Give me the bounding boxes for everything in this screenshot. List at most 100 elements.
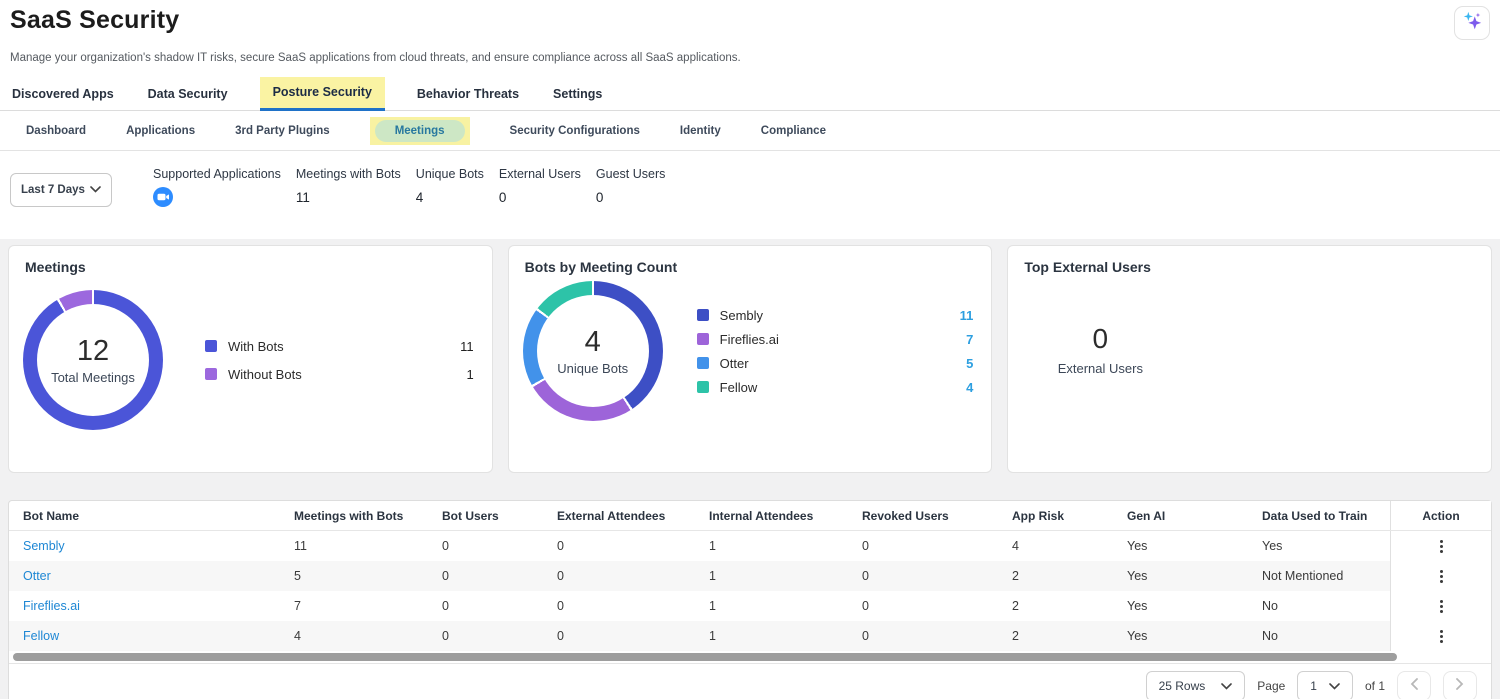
cell: 0 [442, 599, 557, 613]
cell: 0 [862, 629, 1012, 643]
cell: 5 [294, 569, 442, 583]
cell: Not Mentioned [1262, 569, 1390, 583]
legend-swatch [697, 381, 709, 393]
cell: 0 [862, 539, 1012, 553]
bots-donut-chart[interactable]: 4 Unique Bots [523, 281, 663, 421]
legend-value-link[interactable]: 11 [960, 308, 974, 323]
stat-guest-users: Guest Users 0 [596, 167, 665, 207]
stat-external-users: External Users 0 [499, 167, 581, 207]
ai-assistant-button[interactable] [1454, 6, 1490, 40]
stat-label: External Users [499, 167, 581, 181]
page-number-dropdown[interactable]: 1 [1297, 671, 1353, 699]
sparkles-icon [1461, 10, 1483, 37]
cell: 2 [1012, 629, 1127, 643]
stat-value: 4 [416, 190, 484, 205]
legend-swatch [697, 357, 709, 369]
cell: 0 [442, 539, 557, 553]
cell: Yes [1262, 539, 1390, 553]
unique-bots-value: 4 [585, 326, 601, 359]
stat-label: Supported Applications [153, 167, 281, 181]
scrollbar-thumb[interactable] [13, 653, 1397, 661]
cell: 0 [862, 569, 1012, 583]
kebab-menu-icon[interactable] [1436, 536, 1447, 557]
kebab-menu-icon[interactable] [1436, 626, 1447, 647]
bot-name-link[interactable]: Fellow [23, 629, 59, 643]
stat-meetings-with-bots: Meetings with Bots 11 [296, 167, 401, 207]
legend-swatch [205, 340, 217, 352]
legend-value-link[interactable]: 7 [966, 332, 973, 347]
external-users-label: External Users [1030, 361, 1170, 376]
date-range-dropdown[interactable]: Last 7 Days [10, 173, 112, 207]
legend-item: Fireflies.ai 7 [697, 332, 974, 347]
col-internal-attendees: Internal Attendees [709, 509, 862, 523]
tab-discovered-apps[interactable]: Discovered Apps [10, 79, 116, 110]
horizontal-scrollbar [9, 651, 1491, 663]
bot-name-link[interactable]: Fireflies.ai [23, 599, 80, 613]
legend-label: Sembly [720, 308, 763, 323]
chevron-left-icon [1410, 678, 1418, 693]
cell: 7 [294, 599, 442, 613]
tab-meetings[interactable]: Meetings [375, 120, 465, 142]
tab-behavior-threats[interactable]: Behavior Threats [415, 79, 521, 110]
tab-dashboard[interactable]: Dashboard [26, 125, 86, 137]
page-header: SaaS Security Manage your organization's… [0, 0, 1500, 64]
rows-per-page-dropdown[interactable]: 25 Rows [1146, 671, 1246, 699]
cell: 0 [442, 569, 557, 583]
legend-label: With Bots [228, 339, 284, 354]
tab-posture-security[interactable]: Posture Security [260, 77, 385, 111]
cell: No [1262, 599, 1390, 613]
bots-legend: Sembly 11 Fireflies.ai 7 Otter 5 [697, 308, 974, 395]
cell: 2 [1012, 599, 1127, 613]
summary-stats: Supported Applications Meetings with Bot… [153, 167, 665, 207]
cell: 0 [557, 539, 709, 553]
legend-value-link[interactable]: 4 [966, 380, 973, 395]
col-bot-name: Bot Name [9, 509, 294, 523]
page-subtitle: Manage your organization's shadow IT ris… [10, 52, 1488, 64]
legend-item: Sembly 11 [697, 308, 974, 323]
tab-applications[interactable]: Applications [126, 125, 195, 137]
legend-item: Otter 5 [697, 356, 974, 371]
legend-label: Fireflies.ai [720, 332, 779, 347]
tab-identity[interactable]: Identity [680, 125, 721, 137]
card-title: Bots by Meeting Count [509, 246, 992, 275]
tab-compliance[interactable]: Compliance [761, 125, 826, 137]
tab-settings[interactable]: Settings [551, 79, 604, 110]
card-title: Meetings [9, 246, 492, 275]
cell: Yes [1127, 539, 1262, 553]
zoom-video-icon[interactable] [153, 187, 173, 207]
kebab-menu-icon[interactable] [1436, 596, 1447, 617]
primary-tab-bar: Discovered Apps Data Security Posture Se… [0, 77, 1500, 111]
col-action: Action [1390, 501, 1491, 530]
stat-value: 11 [296, 190, 401, 205]
cell: 0 [557, 569, 709, 583]
external-users-stat: 0 External Users [1030, 323, 1170, 376]
col-bot-users: Bot Users [442, 509, 557, 523]
table-row: Fireflies.ai 7 0 0 1 0 2 Yes No [9, 591, 1491, 621]
current-page-value: 1 [1310, 679, 1317, 693]
content-area: Meetings 12 Total Meetings With Bots 11 [0, 239, 1500, 699]
cell: 2 [1012, 569, 1127, 583]
tab-data-security[interactable]: Data Security [146, 79, 230, 110]
next-page-button[interactable] [1443, 671, 1477, 699]
tab-3rd-party-plugins[interactable]: 3rd Party Plugins [235, 125, 330, 137]
col-data-used-to-train: Data Used to Train [1262, 509, 1390, 523]
legend-value-link[interactable]: 5 [966, 356, 973, 371]
cell: No [1262, 629, 1390, 643]
unique-bots-label: Unique Bots [557, 361, 628, 376]
legend-label: Without Bots [228, 367, 302, 382]
cell: 4 [294, 629, 442, 643]
table-row: Otter 5 0 0 1 0 2 Yes Not Mentioned [9, 561, 1491, 591]
cell: 0 [557, 599, 709, 613]
meetings-donut-chart[interactable]: 12 Total Meetings [23, 290, 163, 430]
tab-security-configurations[interactable]: Security Configurations [510, 125, 640, 137]
cell: 1 [709, 629, 862, 643]
bot-name-link[interactable]: Otter [23, 569, 51, 583]
legend-label: Fellow [720, 380, 758, 395]
previous-page-button[interactable] [1397, 671, 1431, 699]
bot-name-link[interactable]: Sembly [23, 539, 65, 553]
kebab-menu-icon[interactable] [1436, 566, 1447, 587]
bots-by-meeting-count-card: Bots by Meeting Count 4 Unique Bots Semb… [508, 245, 993, 473]
filter-bar: Last 7 Days Supported Applications Meeti… [0, 151, 1500, 239]
col-gen-ai: Gen AI [1127, 509, 1262, 523]
chevron-down-icon [1221, 679, 1232, 693]
